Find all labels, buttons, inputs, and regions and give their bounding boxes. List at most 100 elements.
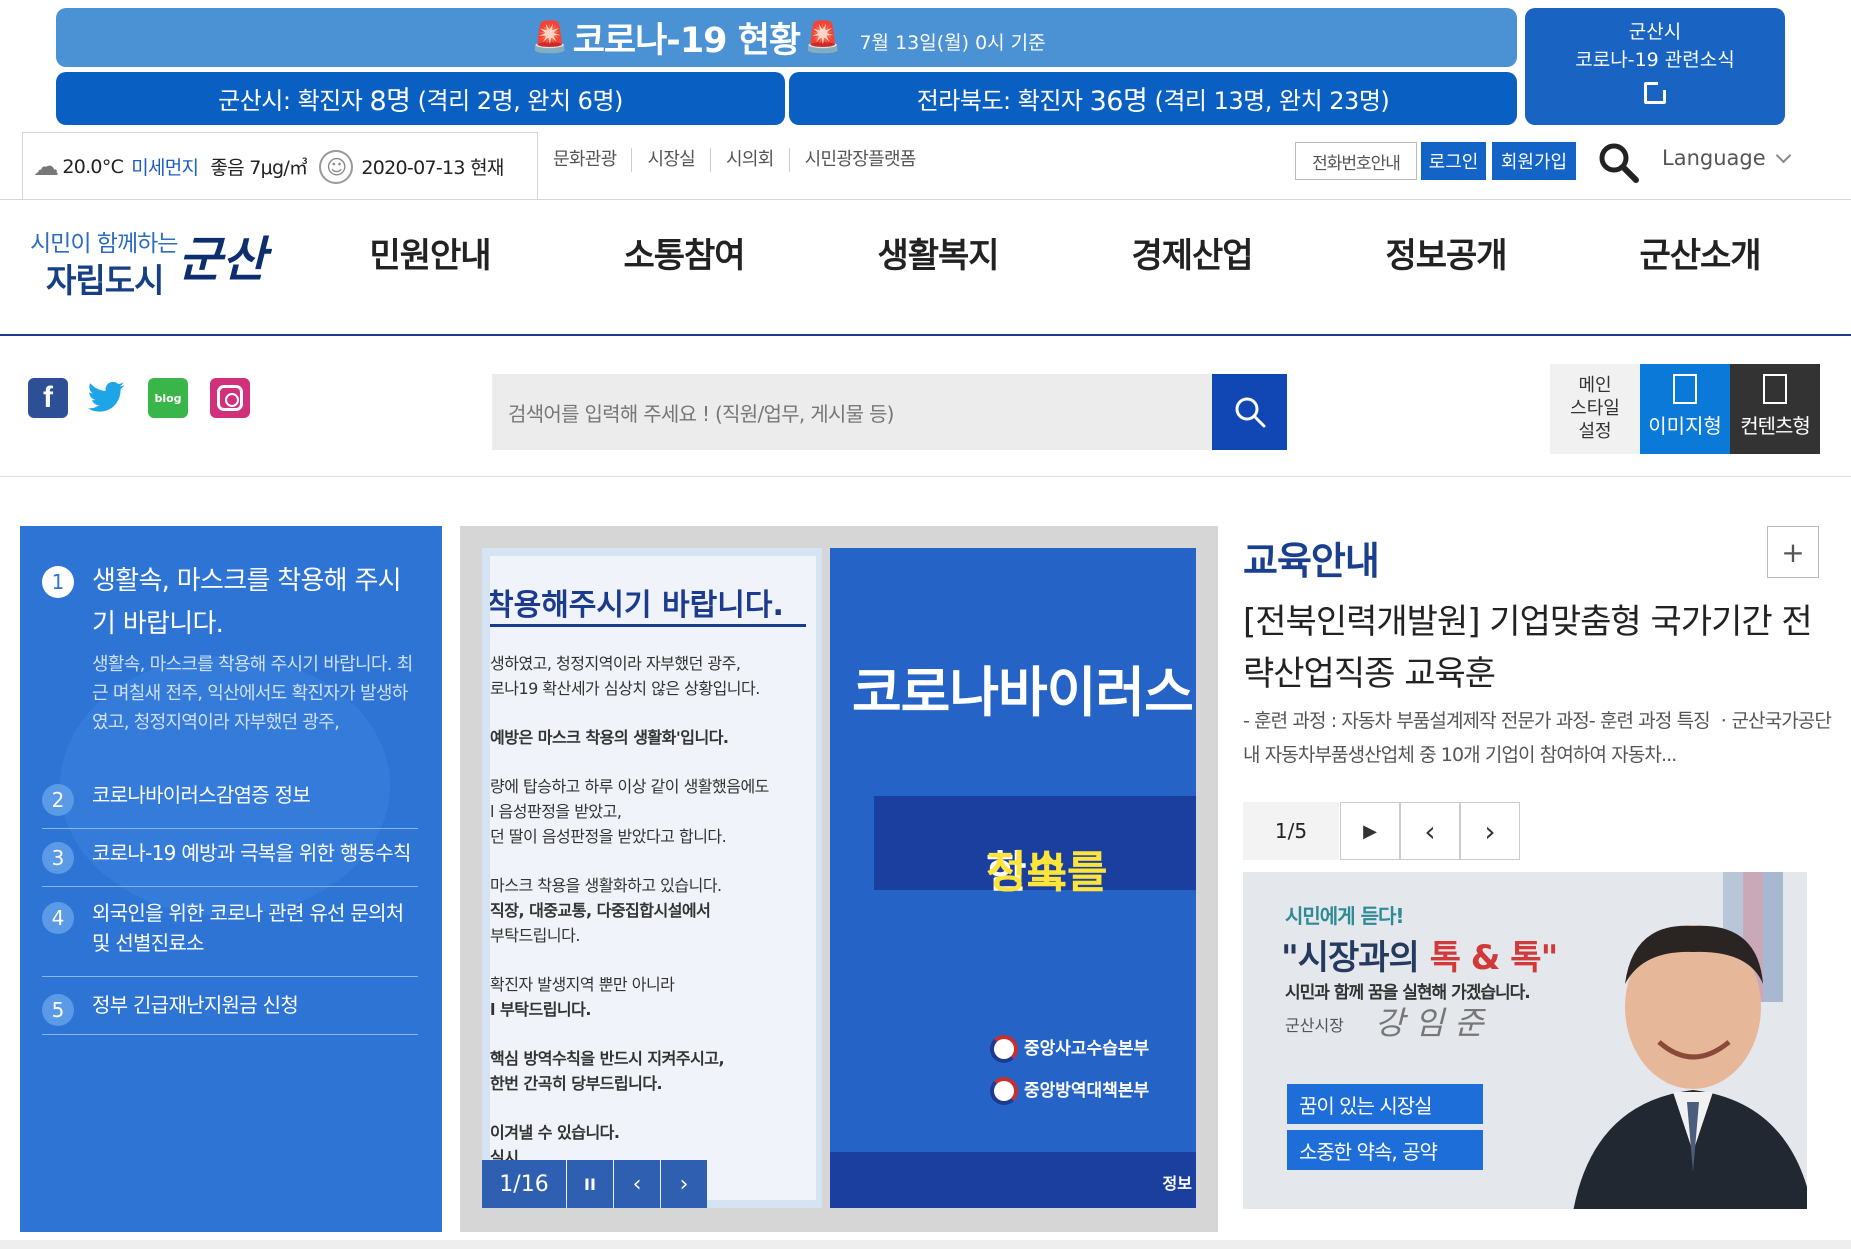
instagram-icon[interactable] <box>210 378 250 418</box>
language-selector[interactable]: Language <box>1662 146 1791 170</box>
external-link-icon <box>1644 80 1668 104</box>
util-link-culture[interactable]: 문화관광 <box>553 148 633 172</box>
notice-title: 코로나-19 예방과 극복을 위한 행동수칙 <box>92 841 411 865</box>
chevron-left-icon: ‹ <box>1424 814 1436 848</box>
slide-next-button[interactable]: › <box>661 1160 707 1208</box>
mayor-banner-kicker: 시민에게 듣다! <box>1285 904 1404 928</box>
notice-item[interactable]: 4 외국인을 위한 코로나 관련 유선 문의처 및 선별진료소 <box>42 898 418 958</box>
slide-doc-line: 확진자 발생지역 뿐만 아니라 <box>490 975 675 994</box>
phone-directory-button[interactable]: 전화번호안내 <box>1295 142 1417 180</box>
mayor-title: 군산시장 <box>1285 1016 1344 1035</box>
chevron-right-icon: › <box>1484 814 1496 848</box>
slide-doc-line: 핵심 방역수칙을 반드시 지켜주시고, <box>490 1049 725 1068</box>
slide-org: 중앙방역대책본부 <box>990 1076 1149 1105</box>
divider <box>42 976 418 977</box>
province-label: 전라북도: 확진자 <box>916 87 1083 115</box>
pause-icon: II <box>584 1174 596 1194</box>
utility-links: 문화관광 시장실 시의회 시민광장플랫폼 <box>553 148 931 172</box>
mayor-pledge-button[interactable]: 소중한 약속, 공약 <box>1287 1130 1483 1170</box>
mayor-banner[interactable]: 시민에게 듣다! "시장과의 톡 & 톡" 시민과 함께 꿈을 실현해 가겠습니… <box>1243 872 1807 1209</box>
logo-city: 군산 <box>178 232 267 288</box>
slide-image[interactable]: 착용해주시기 바랍니다. 생하였고, 청정지역이라 자부했던 광주, 로나19 … <box>482 548 1196 1208</box>
search-button[interactable] <box>1212 374 1287 450</box>
logo-text: 자립도시 <box>46 261 164 300</box>
nav-information[interactable]: 정보공개 <box>1346 228 1546 277</box>
play-button[interactable]: ▶ <box>1340 802 1400 860</box>
image-layout-icon <box>1673 374 1697 404</box>
signup-button[interactable]: 회원가입 <box>1492 142 1576 180</box>
notice-number: 3 <box>42 842 74 874</box>
slide-doc-line: 직장, 대중교통, 다중집합시설에서 <box>490 901 711 920</box>
siren-icon: 🚨 <box>804 20 842 55</box>
pause-button[interactable]: II <box>567 1160 613 1208</box>
notice-desc: 생활속, 마스크를 착용해 주시기 바랍니다. 최근 며칠새 전주, 익산에서도… <box>92 654 413 733</box>
mayor-banner-title: "시장과의 톡 & 톡" <box>1281 930 1558 979</box>
notice-number: 5 <box>42 994 74 1026</box>
slide-doc-line: 마스크 착용을 생활화하고 있습니다. <box>490 876 722 895</box>
slide-counter: 1/16 <box>482 1160 566 1208</box>
nav-welfare[interactable]: 생활복지 <box>838 228 1038 277</box>
twitter-icon[interactable] <box>86 378 126 418</box>
weather-widget: ☁ 20.0°C 미세먼지 좋음 7μg/㎥ ☺ 2020-07-13 현재 <box>22 132 538 200</box>
util-link-platform[interactable]: 시민광장플랫폼 <box>790 148 931 172</box>
site-logo[interactable]: 시민이 함께하는 자립도시 군산 <box>28 220 278 300</box>
more-button[interactable]: + <box>1767 526 1819 578</box>
util-link-mayor[interactable]: 시장실 <box>632 148 712 172</box>
notice-title: 코로나바이러스감염증 정보 <box>92 783 311 807</box>
covid-news-link[interactable]: 군산시 코로나-19 관련소식 <box>1525 8 1785 125</box>
style-label-text: 메인 스타일 설정 <box>1570 375 1620 442</box>
main-style-label: 메인 스타일 설정 <box>1550 364 1640 454</box>
search-icon <box>1235 397 1265 428</box>
dust-value: 좋음 7μg/㎥ <box>210 157 308 179</box>
covid-news-line2: 코로나-19 관련소식 <box>1575 49 1735 71</box>
notice-item[interactable]: 1 생활속, 마스크를 착용해 주시기 바랍니다. 생활속, 마스크를 착용해 … <box>42 560 418 737</box>
notice-panel: 1 생활속, 마스크를 착용해 주시기 바랍니다. 생활속, 마스크를 착용해 … <box>20 526 442 1232</box>
education-headline[interactable]: [전북인력개발원] 기업맞춤형 국가기간 전략산업직종 교육훈 <box>1243 596 1833 700</box>
rain-cloud-icon: ☁ <box>33 151 59 182</box>
notice-number: 1 <box>42 566 74 598</box>
slide-doc-line: l 부탁드립니다. <box>490 1000 591 1019</box>
slide-doc-title: 착용해주시기 바랍니다. <box>490 580 806 627</box>
slide-document: 착용해주시기 바랍니다. 생하였고, 청정지역이라 자부했던 광주, 로나19 … <box>482 548 822 1208</box>
divider <box>0 334 1851 336</box>
education-next-button[interactable]: › <box>1460 802 1520 860</box>
notice-item[interactable]: 5 정부 긴급재난지원금 신청 <box>42 990 418 1026</box>
org-name: 중앙사고수습본부 <box>1024 1039 1150 1059</box>
notice-item[interactable]: 2 코로나바이러스감염증 정보 <box>42 780 418 816</box>
plus-icon: + <box>1781 535 1805 569</box>
blog-icon[interactable]: blog <box>148 378 188 418</box>
style-content-button[interactable]: 컨텐츠형 <box>1730 364 1820 454</box>
chevron-right-icon: › <box>679 1171 689 1197</box>
band-text: 정보를 <box>986 847 1108 898</box>
language-label: Language <box>1662 146 1766 170</box>
chevron-left-icon: ‹ <box>632 1171 642 1197</box>
temperature: 20.0°C <box>62 155 124 178</box>
notice-item[interactable]: 3 코로나-19 예방과 극복을 위한 행동수칙 <box>42 838 418 874</box>
mayor-office-button[interactable]: 꿈이 있는 시장실 <box>1287 1084 1483 1124</box>
nav-participation[interactable]: 소통참여 <box>584 228 784 277</box>
search-input[interactable]: 검색어를 입력해 주세요 ! (직원/업무, 게시물 등) <box>492 374 1213 450</box>
education-description[interactable]: - 훈련 과정 : 자동차 부품설계제작 전문가 과정- 훈련 과정 특징 ㆍ군… <box>1243 704 1833 772</box>
login-button[interactable]: 로그인 <box>1421 142 1486 180</box>
nav-economy[interactable]: 경제산업 <box>1092 228 1292 277</box>
slide-poster-band: 신속 한 정보를 <box>874 796 1196 898</box>
divider <box>42 1034 418 1035</box>
style-image-button[interactable]: 이미지형 <box>1640 364 1730 454</box>
util-link-council[interactable]: 시의회 <box>711 148 790 172</box>
logo-slogan: 시민이 함께하는 <box>30 231 178 257</box>
education-prev-button[interactable]: ‹ <box>1400 802 1460 860</box>
covid-city-status[interactable]: 군산시: 확진자 8명 (격리 2명, 완치 6명) <box>56 72 785 125</box>
slide-poster-title: 코로나바이러스 <box>852 661 1194 724</box>
slide-prev-button[interactable]: ‹ <box>614 1160 660 1208</box>
covid-status-banner[interactable]: 🚨 코로나-19 현황 🚨 7월 13일(월) 0시 기준 <box>56 8 1517 67</box>
city-label: 군산시: 확진자 <box>218 87 363 115</box>
covid-province-status[interactable]: 전라북도: 확진자 36명 (격리 13명, 완치 23명) <box>789 72 1517 125</box>
nav-civil[interactable]: 민원안내 <box>330 228 530 277</box>
search-icon[interactable] <box>1596 140 1640 184</box>
nav-about[interactable]: 군산소개 <box>1600 228 1800 277</box>
mayor-photo <box>1573 925 1807 1209</box>
slide-doc-line: l 음성판정을 받았고, <box>490 802 622 821</box>
slide-doc-line: 부탁드립니다. <box>490 926 580 945</box>
government-emblem-icon <box>990 1035 1018 1063</box>
facebook-icon[interactable]: f <box>28 378 68 418</box>
